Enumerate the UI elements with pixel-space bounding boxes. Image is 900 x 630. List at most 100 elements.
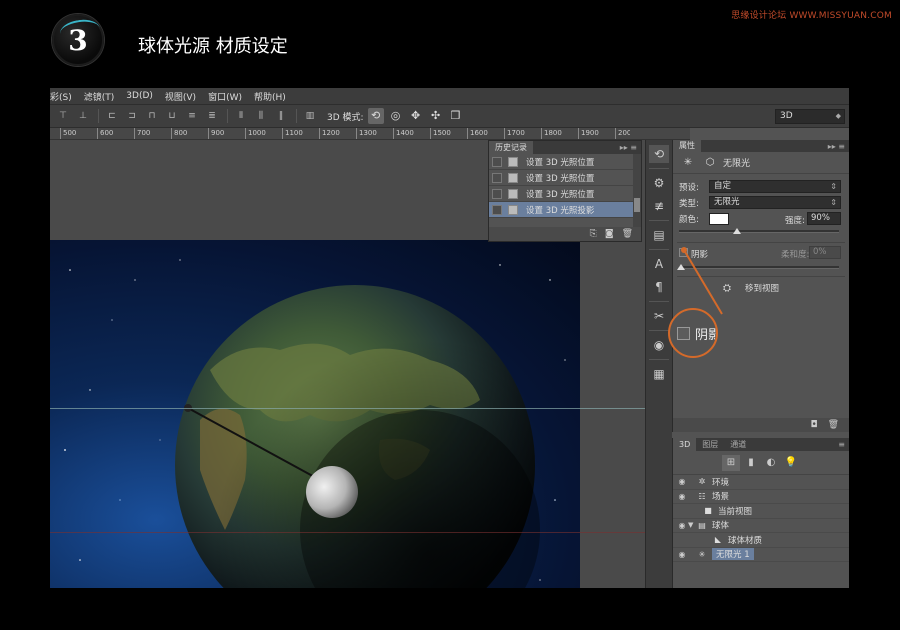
align-middle-icon[interactable]: ⊥ [76,110,90,122]
history-row[interactable]: 设置 3D 光照位置 [489,186,641,202]
panel-menu-icon[interactable]: ≡ [838,440,849,449]
auto-align-icon[interactable]: ▥ [303,110,317,122]
panel-menu-icon[interactable]: ▸▸ ≡ [620,143,641,152]
distribute-middle-icon[interactable]: ≡ [185,110,199,122]
document-canvas[interactable] [50,240,580,588]
tools-presets-icon[interactable]: ✂ [649,307,669,325]
tab-layers[interactable]: 图层 [696,438,724,451]
layer-row-sphere-material[interactable]: ◣ 球体材质 [673,533,849,548]
menu-select[interactable]: 彩(S) [50,90,72,103]
roll-icon[interactable]: ◎ [388,108,404,124]
align-left-icon[interactable]: ⊏ [105,110,119,122]
layers-tabs: 3D 图层 通道 ≡ [673,438,849,451]
align-center-icon[interactable]: ⊐ [125,110,139,122]
preset-row: 预设: [679,180,699,194]
3d-panel-icon[interactable]: ◉ [649,336,669,354]
tab-channels[interactable]: 通道 [724,438,752,451]
history-label: 设置 3D 光照位置 [526,157,595,168]
new-document-icon[interactable]: ⎘ [590,229,597,239]
layer-row-environment[interactable]: ◉ ✲ 环境 [673,475,849,490]
panel-menu-icon[interactable]: ▸▸ ≡ [828,142,849,151]
layer-row-infinite-light[interactable]: ◉ ✳ 无限光 1 [673,548,849,562]
light-color-swatch[interactable] [709,213,729,225]
orbit-icon[interactable]: ⟲ [367,108,384,124]
visibility-eye-icon[interactable]: ◉ [676,492,688,501]
3d-layers-panel: 3D 图层 通道 ≡ ⊞ ▮ ◐ 💡 ◉ ✲ 环境 ◉ ☷ 场景 ■ 当前视图 [672,438,849,588]
history-panel: 历史记录 ▸▸ ≡ 设置 3D 光照位置 设置 3D 光照位置 设置 3D 光照… [488,140,642,242]
ruler-tick: 500 [60,128,76,139]
adjustments-panel-icon[interactable]: ≢ [649,197,669,215]
expand-triangle-icon[interactable]: ▼ [688,521,696,529]
distribute-right-icon[interactable]: ‖ [274,110,288,122]
history-row[interactable]: 设置 3D 光照位置 [489,154,641,170]
materials-icon[interactable]: ◐ [762,455,780,471]
whole-scene-icon[interactable]: ⊞ [722,454,740,471]
intensity-input[interactable]: 90% [807,212,841,225]
trash-icon[interactable]: 🗑 [828,420,839,430]
menu-3d[interactable]: 3D(D) [126,91,153,101]
history-label: 设置 3D 光照位置 [526,173,595,184]
distribute-hcenter-icon[interactable]: ⫼ [254,110,268,122]
move-to-view-button[interactable]: ⛭ 移到视图 [723,282,779,295]
render-icon[interactable]: ◘ [810,420,817,430]
distribute-top-icon[interactable]: ⊔ [165,110,179,122]
type-select[interactable]: 无限光 [709,196,841,209]
guide-line [50,532,670,533]
workspace-select[interactable]: 3D [775,109,845,124]
visibility-eye-icon[interactable]: ◉ [676,521,688,530]
layer-row-scene[interactable]: ◉ ☷ 场景 [673,490,849,504]
visibility-eye-icon[interactable]: ◉ [676,477,688,486]
layer-comps-icon[interactable]: ▤ [649,226,669,244]
history-label: 设置 3D 光照位置 [526,189,595,200]
snapshot-checkbox[interactable] [492,172,502,183]
intensity-slider-thumb[interactable] [733,228,741,234]
align-top-icon[interactable]: ⊤ [56,110,70,122]
menu-filter[interactable]: 滤镜(T) [84,90,115,103]
shadow-checkbox[interactable] [679,248,688,257]
intensity-slider[interactable] [679,230,839,233]
meshes-icon[interactable]: ▮ [742,455,760,471]
3d-filter-toolbar: ⊞ ▮ ◐ 💡 [673,451,849,475]
distribute-left-icon[interactable]: ⫴ [234,110,248,122]
snapshot-checkbox[interactable] [492,188,502,199]
scale-icon[interactable]: ❒ [448,108,464,124]
softness-slider[interactable] [679,266,839,269]
align-right-icon[interactable]: ⊓ [145,110,159,122]
snapshot-checkbox[interactable] [492,156,502,167]
divider [296,109,297,123]
drag-icon[interactable]: ✥ [408,108,424,124]
softness-slider-thumb[interactable] [677,264,685,270]
distribute-bottom-icon[interactable]: ≣ [205,110,219,122]
tab-history[interactable]: 历史记录 [489,141,533,154]
lights-icon[interactable]: 💡 [782,455,800,471]
history-scrollbar[interactable] [633,154,641,228]
menu-view[interactable]: 视图(V) [165,90,196,103]
swatches-panel-icon[interactable]: ▦ [649,365,669,383]
preset-select[interactable]: 自定 [709,180,841,193]
snapshot-checkbox[interactable] [492,204,502,215]
step-badge: 3 [52,14,104,66]
layer-row-sphere[interactable]: ◉ ▼ ▤ 球体 [673,519,849,533]
material-icon: ◣ [714,535,722,545]
properties-panel-icon[interactable]: ⚙ [649,174,669,192]
tab-properties[interactable]: 属性 [673,140,701,152]
trash-icon[interactable]: 🗑 [622,229,633,239]
menu-help[interactable]: 帮助(H) [254,90,286,103]
menu-window[interactable]: 窗口(W) [208,90,242,103]
history-row[interactable]: 设置 3D 光照位置 [489,170,641,186]
slide-icon[interactable]: ✣ [428,108,444,124]
character-panel-icon[interactable]: A [649,255,669,273]
infinite-light-icon[interactable]: ✳ [681,156,695,170]
paragraph-panel-icon[interactable]: ¶ [649,278,669,296]
coordinates-icon[interactable]: ⬡ [703,156,717,170]
history-footer: ⎘ ◙ 🗑 [489,227,641,241]
layer-row-current-view[interactable]: ■ 当前视图 [673,504,849,519]
history-row-selected[interactable]: 设置 3D 光照投影 [489,202,641,218]
earth-scene [64,259,566,588]
camera-snapshot-icon[interactable]: ◙ [605,229,614,239]
softness-input[interactable]: 0% [809,246,841,259]
tab-3d[interactable]: 3D [673,438,697,451]
visibility-eye-icon[interactable]: ◉ [676,550,688,559]
history-panel-icon[interactable]: ⟲ [649,145,669,163]
intensity-label: 强度: [785,216,805,226]
